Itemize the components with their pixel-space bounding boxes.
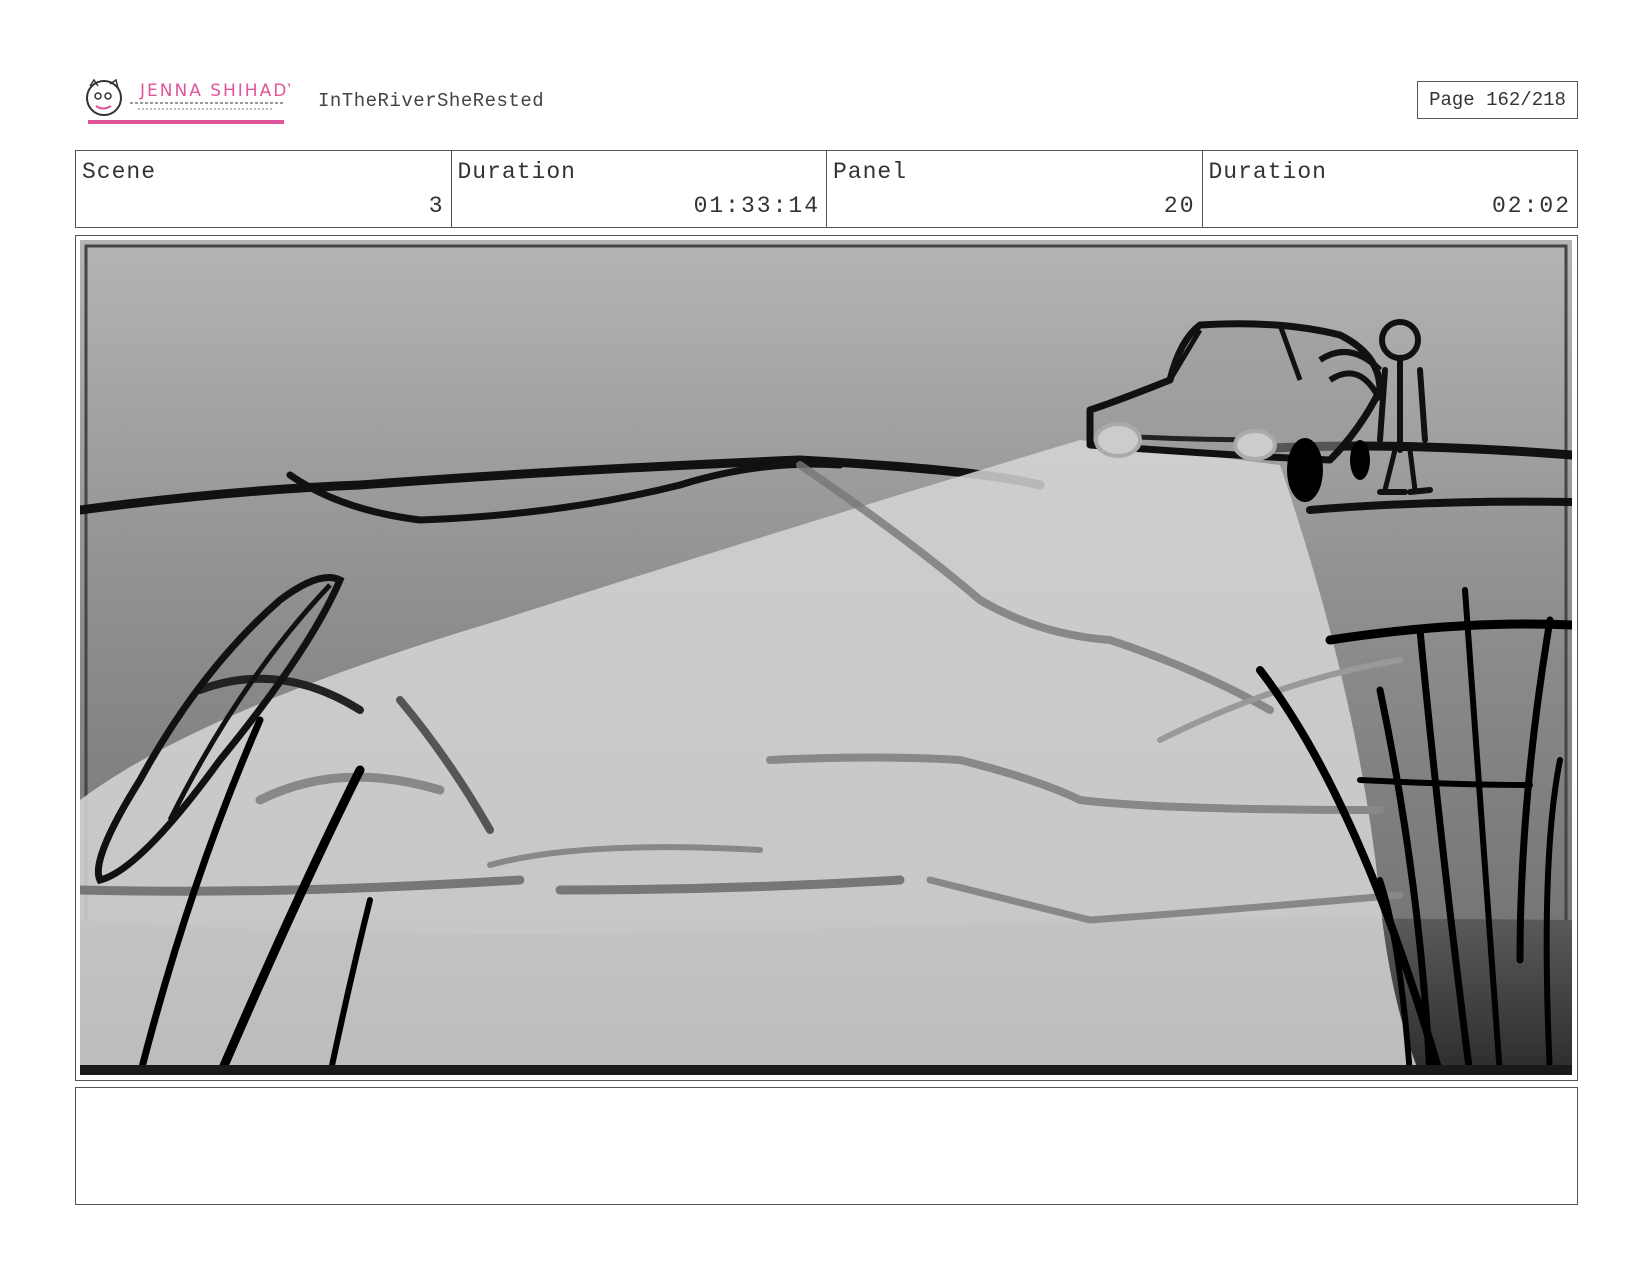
panel-duration-label: Duration: [1208, 159, 1327, 185]
scene-duration-label: Duration: [457, 159, 576, 185]
panel-cell: Panel 20: [827, 151, 1203, 227]
panel-duration-cell: Duration 02:02: [1203, 151, 1578, 227]
storyboard-panel: [75, 235, 1578, 1081]
panel-label: Panel: [833, 159, 908, 185]
storyboard-sketch: [80, 240, 1572, 1075]
scene-duration-cell: Duration 01:33:14: [452, 151, 827, 227]
panel-notes: [75, 1087, 1578, 1205]
panel-info-table: Scene 3 Duration 01:33:14 Panel 20 Durat…: [75, 150, 1578, 228]
artist-logo: JENNA SHIHADY: [84, 76, 298, 126]
scene-value: 3: [428, 193, 445, 219]
panel-value: 20: [1163, 193, 1196, 219]
svg-text:JENNA SHIHADY: JENNA SHIHADY: [139, 81, 290, 101]
scene-cell: Scene 3: [76, 151, 452, 227]
scene-label: Scene: [82, 159, 157, 185]
scene-duration-value: 01:33:14: [693, 193, 820, 219]
project-title: InTheRiverSheRested: [318, 90, 545, 112]
page-indicator: Page 162/218: [1417, 81, 1578, 119]
panel-duration-value: 02:02: [1491, 193, 1571, 219]
